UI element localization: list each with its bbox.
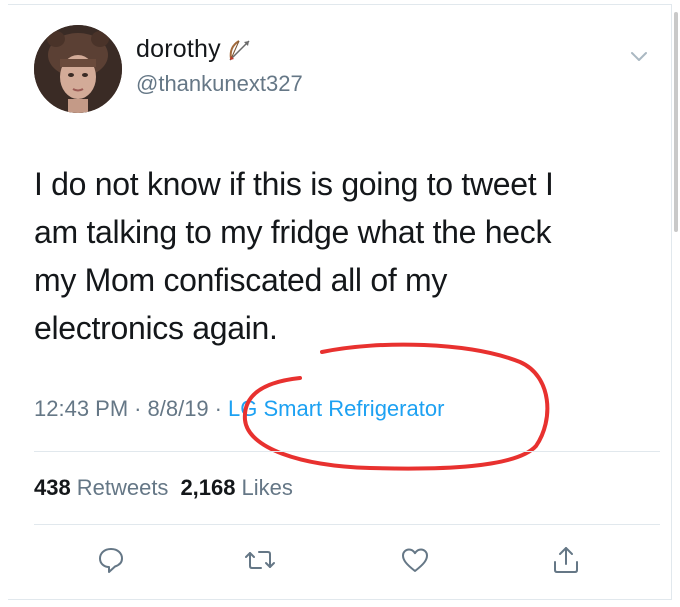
retweets-stat[interactable]: 438 Retweets [34, 475, 168, 500]
divider [34, 451, 660, 452]
tweet-date[interactable]: 8/8/19 [148, 396, 209, 421]
reply-bubble-icon[interactable] [91, 540, 131, 580]
tweet-meta: 12:43 PM · 8/8/19 · LG Smart Refrigerator [34, 396, 444, 422]
likes-label: Likes [241, 475, 293, 500]
share-icon[interactable] [546, 540, 586, 580]
separator: · [214, 396, 222, 421]
divider [34, 524, 660, 525]
chevron-down-icon[interactable] [628, 45, 650, 67]
tweet-source-link[interactable]: LG Smart Refrigerator [228, 396, 444, 421]
name-row: dorothy [136, 35, 253, 64]
separator: · [134, 396, 142, 421]
likes-stat[interactable]: 2,168 Likes [180, 475, 292, 500]
tweet-stats: 438 Retweets 2,168 Likes [34, 475, 293, 501]
scrollbar[interactable] [674, 12, 678, 232]
likes-count: 2,168 [180, 475, 236, 500]
tweet-header: dorothy @thankunext327 [34, 25, 654, 117]
tweet-text: I do not know if this is going to tweet … [34, 166, 554, 346]
user-handle[interactable]: @thankunext327 [136, 71, 303, 97]
display-name[interactable]: dorothy [136, 35, 221, 64]
bow-and-arrow-icon [227, 37, 253, 63]
retweets-label: Retweets [76, 475, 169, 500]
heart-icon[interactable] [395, 540, 435, 580]
avatar[interactable] [34, 25, 122, 113]
tweet-time[interactable]: 12:43 PM [34, 396, 128, 421]
tweet-actions [0, 540, 680, 584]
retweets-count: 438 [34, 475, 71, 500]
retweet-icon[interactable] [240, 540, 280, 580]
